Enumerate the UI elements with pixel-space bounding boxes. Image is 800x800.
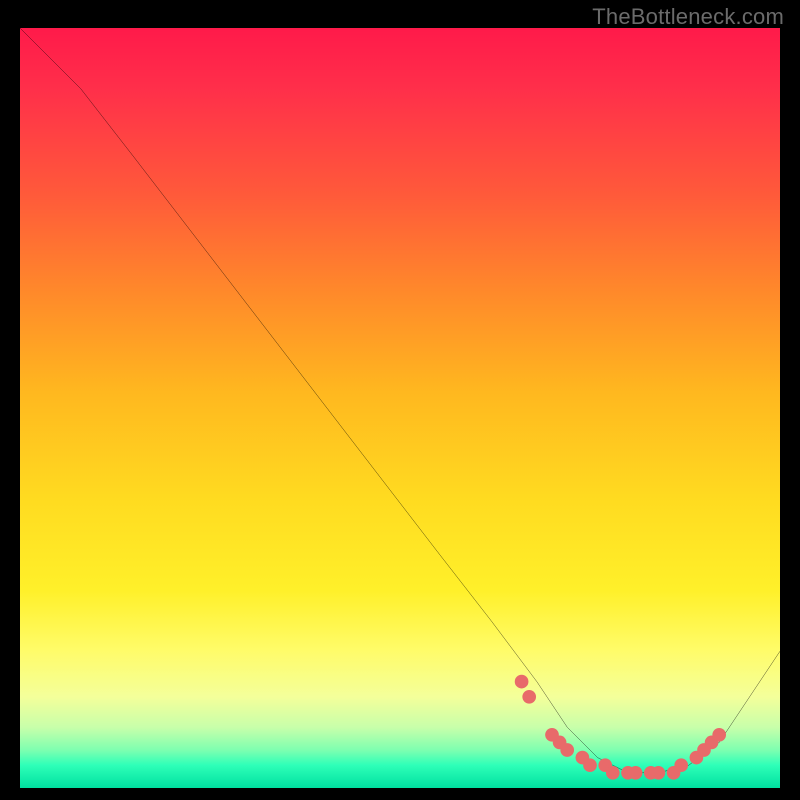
marker-point [606,766,620,780]
chart-frame: TheBottleneck.com [0,0,800,800]
marker-point [712,728,726,742]
marker-point [583,758,597,772]
curve-layer [20,28,780,788]
watermark-text: TheBottleneck.com [592,4,784,30]
plot-area [20,28,780,788]
bottleneck-curve [20,28,780,773]
optimal-zone-points [515,675,726,780]
marker-point [522,690,536,704]
marker-point [674,758,688,772]
marker-point [629,766,643,780]
marker-point [515,675,529,689]
marker-point [560,743,574,757]
marker-point [652,766,666,780]
